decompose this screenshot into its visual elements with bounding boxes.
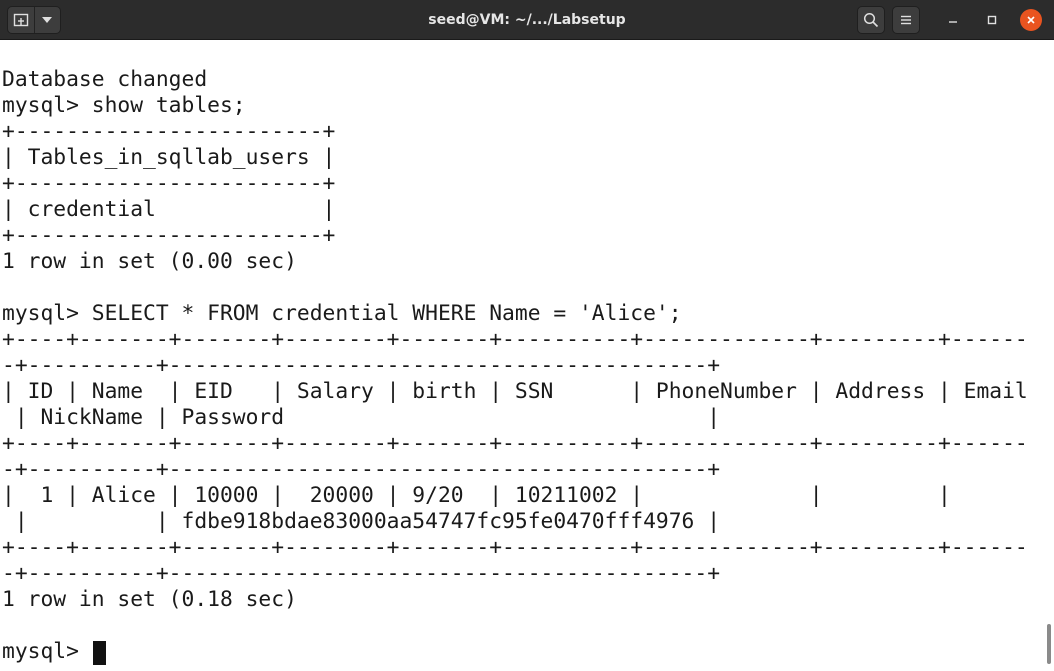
minimize-button[interactable] — [942, 9, 964, 31]
terminal-line: +------------------------+ — [2, 171, 336, 196]
terminal-line: 1 row in set (0.00 sec) — [2, 249, 297, 274]
terminal-line: +------------------------+ — [2, 119, 336, 144]
terminal-line: | ID | Name | EID | Salary | birth | SSN… — [2, 379, 1028, 404]
title-bar[interactable]: seed@VM: ~/.../Labsetup — [0, 0, 1054, 40]
scrollbar[interactable] — [1047, 624, 1051, 664]
terminal-line: +----+-------+-------+--------+-------+-… — [2, 431, 1028, 456]
terminal-line: | 1 | Alice | 10000 | 20000 | 9/20 | 102… — [2, 483, 951, 508]
terminal-line: | credential | — [2, 197, 336, 222]
terminal-line: Database changed — [2, 67, 208, 92]
terminal-line: -+----------+---------------------------… — [2, 353, 721, 378]
terminal-line: +------------------------+ — [2, 223, 336, 248]
new-tab-icon — [13, 13, 28, 27]
hamburger-menu-icon — [901, 15, 911, 25]
chevron-down-icon — [42, 17, 53, 23]
terminal-line: -+----------+---------------------------… — [2, 457, 721, 482]
terminal-window: seed@VM: ~/.../Labsetup Database changed… — [0, 0, 1054, 671]
terminal-line: mysql> show tables; — [2, 93, 246, 118]
terminal-prompt-line: mysql> — [2, 639, 92, 664]
menu-button[interactable] — [892, 6, 920, 34]
text-cursor — [93, 641, 106, 665]
maximize-button[interactable] — [981, 9, 1003, 31]
terminal-line: mysql> SELECT * FROM credential WHERE Na… — [2, 301, 682, 326]
close-button[interactable] — [1020, 9, 1042, 31]
terminal-line: | NickName | Password | — [2, 405, 721, 430]
terminal-line: | Tables_in_sqllab_users | — [2, 145, 336, 170]
close-icon — [1027, 16, 1035, 24]
search-icon — [863, 12, 879, 28]
terminal-line: +----+-------+-------+--------+-------+-… — [2, 535, 1028, 560]
new-tab-button[interactable] — [8, 7, 35, 33]
tab-menu-button[interactable] — [35, 7, 61, 33]
terminal-line: | | fdbe918bdae83000aa54747fc95fe0470fff… — [2, 509, 721, 534]
terminal-line: -+----------+---------------------------… — [2, 561, 721, 586]
new-tab-button-group — [7, 6, 61, 34]
maximize-icon — [987, 15, 997, 25]
terminal-line: +----+-------+-------+--------+-------+-… — [2, 327, 1028, 352]
minimize-icon — [949, 21, 957, 23]
search-button[interactable] — [857, 6, 885, 34]
terminal-output[interactable]: Database changed mysql> show tables; +--… — [0, 41, 1054, 671]
terminal-line: 1 row in set (0.18 sec) — [2, 587, 297, 612]
